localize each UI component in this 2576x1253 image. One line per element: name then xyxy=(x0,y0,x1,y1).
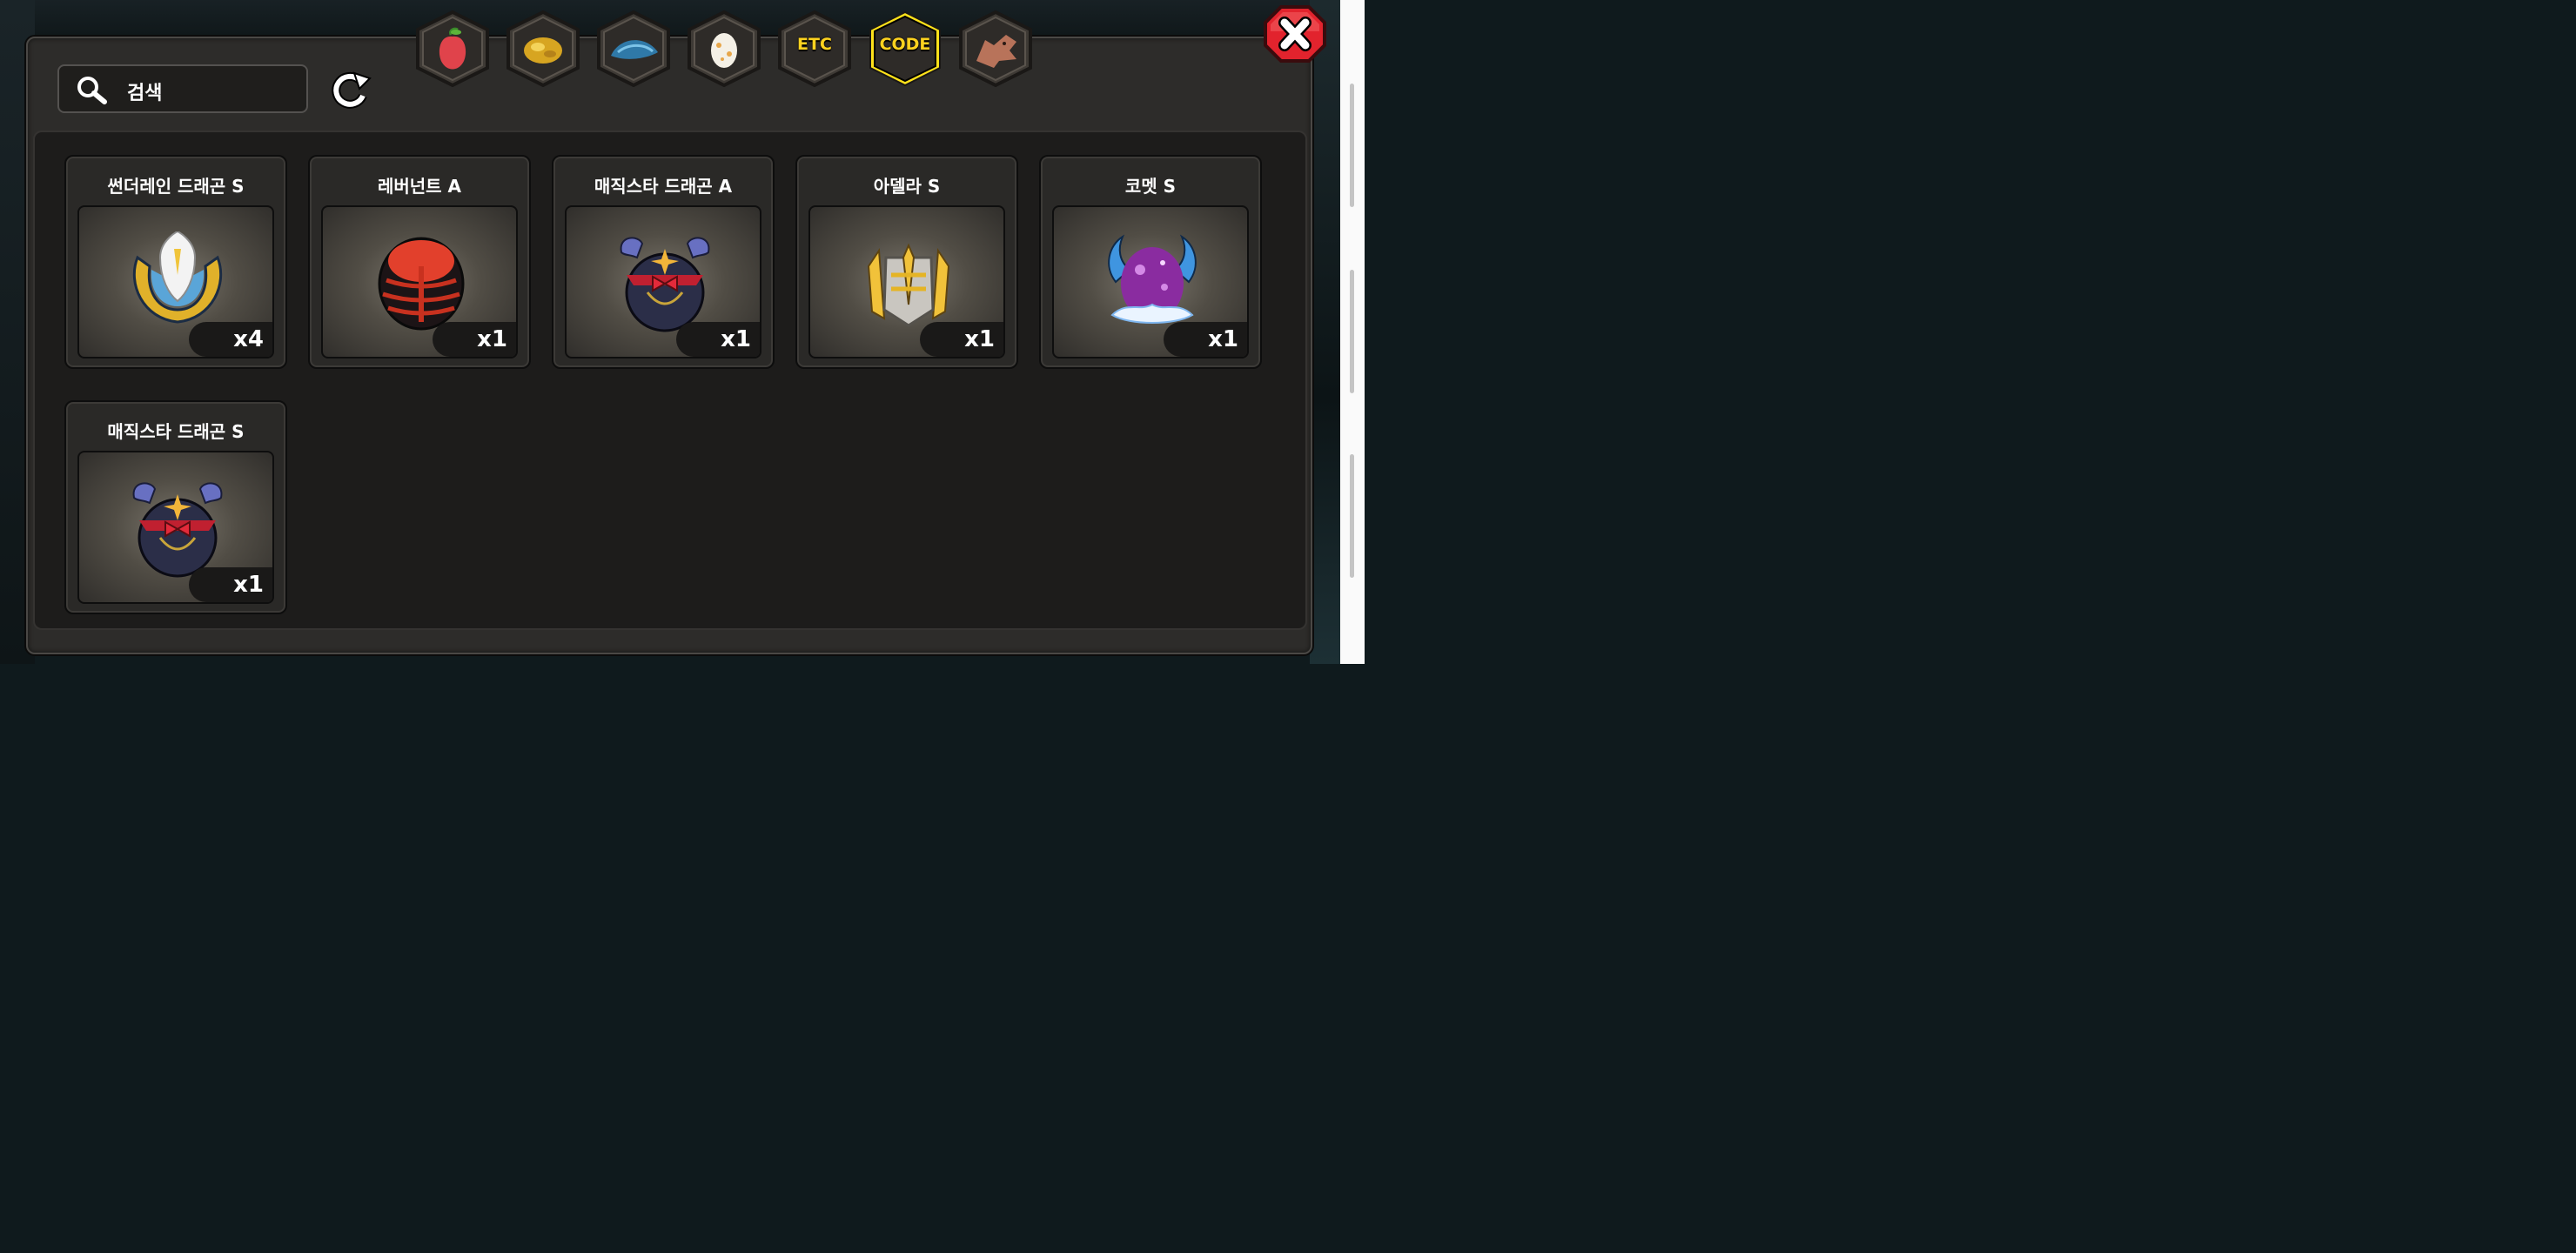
quantity-badge: x1 xyxy=(189,567,272,602)
tab-scale[interactable] xyxy=(594,10,674,87)
tab-egg[interactable] xyxy=(684,10,764,87)
quantity-text: x1 xyxy=(964,326,995,352)
item-card[interactable]: 매직스타 드래곤 S x1 xyxy=(64,400,287,614)
search-icon xyxy=(77,77,107,104)
item-name: 아델라 S xyxy=(873,176,941,197)
quantity-text: x1 xyxy=(233,572,264,598)
item-image: x4 xyxy=(77,205,274,358)
tab-code[interactable]: CODE xyxy=(865,10,945,87)
quantity-text: x4 xyxy=(233,326,264,352)
quantity-text: x1 xyxy=(721,326,751,352)
tab-etc-label: ETC xyxy=(797,35,832,54)
gold-nugget-icon xyxy=(524,37,562,64)
tab-fruit[interactable] xyxy=(413,10,493,87)
quantity-badge: x1 xyxy=(433,322,516,357)
item-name: 매직스타 드래곤 A xyxy=(594,176,733,197)
scroll-indicator xyxy=(1350,84,1354,207)
quantity-badge: x4 xyxy=(189,322,272,357)
item-card[interactable]: 아델라 S x1 xyxy=(795,155,1018,369)
category-tabs: ETC CODE xyxy=(413,10,1039,87)
quantity-badge: x1 xyxy=(1164,322,1247,357)
item-name: 썬더레인 드래곤 S xyxy=(107,176,245,197)
magicstar-dragon-icon xyxy=(132,482,223,578)
item-name: 매직스타 드래곤 S xyxy=(107,421,245,442)
item-name: 레버넌트 A xyxy=(377,176,462,197)
item-image: x1 xyxy=(1052,205,1249,358)
item-card[interactable]: 썬더레인 드래곤 S x4 xyxy=(64,155,287,369)
tab-gold[interactable] xyxy=(503,10,583,87)
refresh-icon[interactable] xyxy=(328,71,373,110)
search-input[interactable]: 검색 xyxy=(57,64,308,113)
magicstar-dragon-icon xyxy=(620,237,710,332)
tab-dragon[interactable] xyxy=(956,10,1036,87)
adela-helmet-icon xyxy=(867,243,950,327)
item-image: x1 xyxy=(321,205,518,358)
item-image: x1 xyxy=(77,451,274,604)
search-placeholder: 검색 xyxy=(127,83,163,104)
item-name: 코멧 S xyxy=(1124,176,1177,197)
quantity-text: x1 xyxy=(477,326,507,352)
item-image: x1 xyxy=(565,205,761,358)
quantity-badge: x1 xyxy=(676,322,760,357)
tab-etc[interactable]: ETC xyxy=(775,10,855,87)
item-card[interactable]: 레버넌트 A x1 xyxy=(308,155,531,369)
spotted-egg-icon xyxy=(711,33,737,68)
close-icon xyxy=(1278,17,1311,51)
close-button[interactable] xyxy=(1264,5,1326,63)
quantity-badge: x1 xyxy=(920,322,1003,357)
comet-egg-icon xyxy=(1108,234,1197,324)
tab-code-label: CODE xyxy=(879,35,931,54)
scroll-indicator xyxy=(1350,454,1354,578)
item-image: x1 xyxy=(808,205,1005,358)
scroll-indicator xyxy=(1350,270,1354,393)
item-card[interactable]: 코멧 S x1 xyxy=(1039,155,1262,369)
quantity-text: x1 xyxy=(1208,326,1238,352)
revenant-egg-icon xyxy=(378,237,465,331)
item-card[interactable]: 매직스타 드래곤 A x1 xyxy=(552,155,775,369)
thunderrain-emblem-icon xyxy=(132,231,223,324)
background-right xyxy=(1310,0,1340,664)
